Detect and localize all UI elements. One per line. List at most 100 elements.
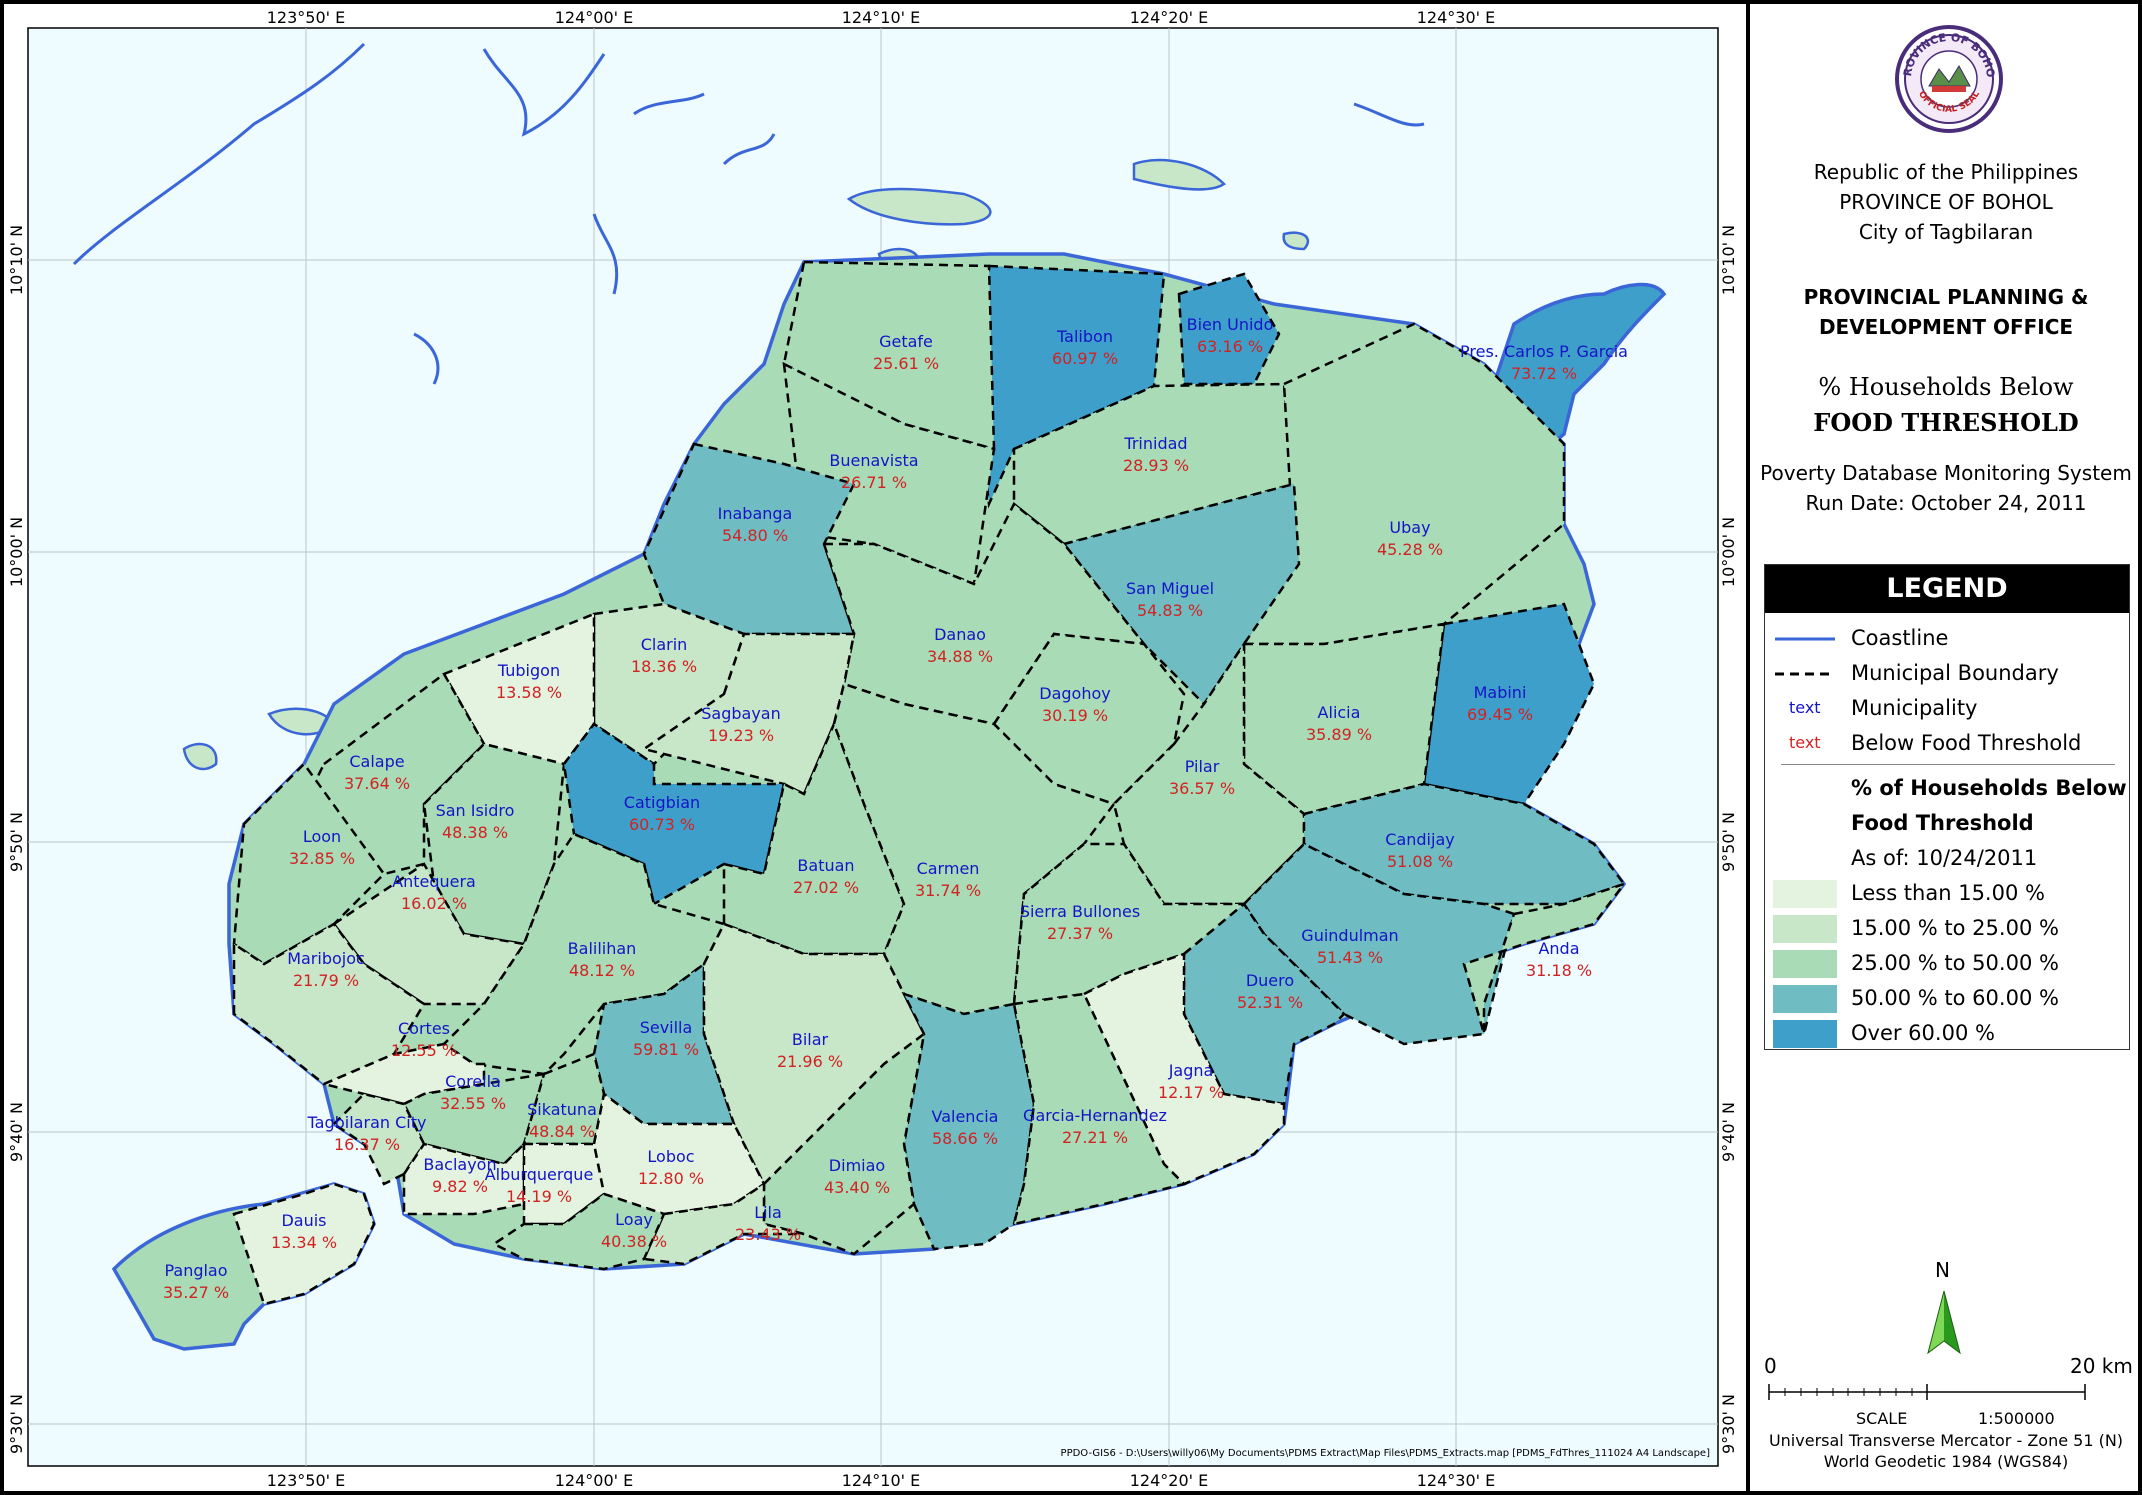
- tick-labels-right: 10°10' N 10°00' N 9°50' N 9°40' N 9°30' …: [1719, 225, 1738, 1454]
- tick-left-5: 9°30' N: [7, 1394, 26, 1454]
- value-sikatuna: 48.84 %: [529, 1122, 595, 1141]
- value-alicia: 35.89 %: [1306, 725, 1372, 744]
- value-jagna: 12.17 %: [1158, 1083, 1224, 1102]
- label-alburquerque: Alburquerque: [485, 1165, 594, 1184]
- label-buenavista: Buenavista: [829, 451, 918, 470]
- legend-box: LEGEND Coastline Municipal Boundary text…: [1764, 564, 2130, 1050]
- legend-as-of: As of: 10/24/2011: [1851, 846, 2038, 870]
- class-5-swatch: [1773, 1020, 1837, 1048]
- tick-bottom-4: 124°20' E: [1130, 1471, 1209, 1490]
- label-sikatuna: Sikatuna: [527, 1100, 597, 1119]
- value-balilihan: 48.12 %: [569, 961, 635, 980]
- value-mabini: 69.45 %: [1467, 705, 1533, 724]
- map-title-line-1: % Households Below: [1818, 373, 2074, 401]
- value-catigbian: 60.73 %: [629, 815, 695, 834]
- tick-bottom-5: 124°30' E: [1417, 1471, 1496, 1490]
- value-bien-unido: 63.16 %: [1197, 337, 1263, 356]
- value-tubigon: 13.58 %: [496, 683, 562, 702]
- label-lila: Lila: [754, 1203, 782, 1222]
- legend-coastline-label: Coastline: [1851, 626, 1949, 650]
- tick-top-5: 124°30' E: [1417, 8, 1496, 27]
- legend-municipality-row: text Municipality: [1765, 691, 2131, 725]
- label-catigbian: Catigbian: [624, 793, 700, 812]
- label-corella: Corella: [445, 1072, 501, 1091]
- label-loboc: Loboc: [647, 1147, 694, 1166]
- label-pilar: Pilar: [1185, 757, 1220, 776]
- tick-right-4: 9°40' N: [1719, 1102, 1738, 1162]
- map-canvas[interactable]: Getafe 25.61 % Talibon 60.97 % Bien Unido 63.…: [4, 4, 1746, 1491]
- value-ubay: 45.28 %: [1377, 540, 1443, 559]
- label-dagohoy: Dagohoy: [1039, 684, 1110, 703]
- legend-class-4: 50.00 % to 60.00 %: [1765, 981, 2131, 1015]
- north-label: N: [1935, 1258, 1950, 1282]
- label-tubigon: Tubigon: [497, 661, 560, 680]
- label-alicia: Alicia: [1318, 703, 1361, 722]
- value-inabanga: 54.80 %: [722, 526, 788, 545]
- label-ubay: Ubay: [1389, 518, 1430, 537]
- value-corella: 32.55 %: [440, 1094, 506, 1113]
- label-talibon: Talibon: [1056, 327, 1113, 346]
- value-sagbayan: 19.23 %: [708, 726, 774, 745]
- value-carmen: 31.74 %: [915, 881, 981, 900]
- legend-class-3: 25.00 % to 50.00 %: [1765, 946, 2131, 980]
- tick-left-1: 10°10' N: [7, 225, 26, 295]
- legend-municipality-label: Municipality: [1851, 696, 1978, 720]
- legend-class-2: 15.00 % to 25.00 %: [1765, 911, 2131, 945]
- label-getafe: Getafe: [879, 332, 933, 351]
- label-dimiao: Dimiao: [829, 1156, 885, 1175]
- label-mabini: Mabini: [1474, 683, 1527, 702]
- legend-threshold-row: text Below Food Threshold: [1765, 726, 2131, 760]
- value-tagbilaran-city: 16.37 %: [334, 1135, 400, 1154]
- value-getafe: 25.61 %: [873, 354, 939, 373]
- label-antequera: Antequera: [392, 872, 476, 891]
- legend-class-5: Over 60.00 %: [1765, 1016, 2131, 1050]
- value-pres-carlos-p-garcia: 73.72 %: [1511, 364, 1577, 383]
- value-cortes: 12.55 %: [391, 1041, 457, 1060]
- label-balilihan: Balilihan: [568, 939, 637, 958]
- label-sagbayan: Sagbayan: [701, 704, 781, 723]
- tick-top-2: 124°00' E: [555, 8, 634, 27]
- north-arrow-icon: [1927, 1290, 1961, 1355]
- label-batuan: Batuan: [797, 856, 854, 875]
- run-date: Run Date: October 24, 2011: [1805, 491, 2087, 515]
- label-maribojoc: Maribojoc: [287, 949, 365, 968]
- value-batuan: 27.02 %: [793, 878, 859, 897]
- label-dauis: Dauis: [281, 1211, 326, 1230]
- legend-boundary-row: Municipal Boundary: [1765, 656, 2131, 690]
- value-san-isidro: 48.38 %: [442, 823, 508, 842]
- class-2-swatch: [1773, 915, 1837, 943]
- legend-divider: [1781, 764, 2115, 765]
- map-title-line-2: FOOD THRESHOLD: [1813, 408, 2079, 437]
- value-guindulman: 51.43 %: [1317, 948, 1383, 967]
- projection-line-1: Universal Transverse Mercator - Zone 51 …: [1768, 1431, 2124, 1450]
- seal-icon: PROVINCE OF BOHOL OFFICIAL SEAL: [1894, 24, 2003, 133]
- value-loboc: 12.80 %: [638, 1169, 704, 1188]
- class-3-swatch: [1773, 950, 1837, 978]
- label-carmen: Carmen: [917, 859, 980, 878]
- value-pilar: 36.57 %: [1169, 779, 1235, 798]
- label-garcia-hernandez: Garcia-Hernandez: [1023, 1106, 1167, 1125]
- scale-end: 20 km: [2070, 1354, 2133, 1378]
- value-trinidad: 28.93 %: [1123, 456, 1189, 475]
- value-talibon: 60.97 %: [1052, 349, 1118, 368]
- header-province: PROVINCE OF BOHOL: [1839, 190, 2053, 214]
- label-jagna: Jagna: [1168, 1061, 1214, 1080]
- value-sevilla: 59.81 %: [633, 1040, 699, 1059]
- scale-label: SCALE: [1856, 1409, 1908, 1428]
- value-danao: 34.88 %: [927, 647, 993, 666]
- value-garcia-hernandez: 27.21 %: [1062, 1128, 1128, 1147]
- legend-sub-2: Food Threshold: [1851, 811, 2034, 835]
- label-sierra-bullones: Sierra Bullones: [1020, 902, 1140, 921]
- tick-right-3: 9°50' N: [1719, 812, 1738, 872]
- label-pres-carlos-p-garcia: Pres. Carlos P. Garcia: [1460, 342, 1628, 361]
- value-dimiao: 43.40 %: [824, 1178, 890, 1197]
- system-name: Poverty Database Monitoring System: [1760, 461, 2132, 485]
- tick-labels-bottom: 123°50' E 124°00' E 124°10' E 124°20' E …: [267, 1471, 1496, 1490]
- tick-bottom-1: 123°50' E: [267, 1471, 346, 1490]
- projection-line-2: World Geodetic 1984 (WGS84): [1823, 1452, 2069, 1471]
- office-line-1: PROVINCIAL PLANNING &: [1803, 285, 2089, 309]
- sidebar: PROVINCE OF BOHOL OFFICIAL SEAL Republic…: [1754, 4, 2138, 1491]
- label-trinidad: Trinidad: [1123, 434, 1187, 453]
- label-loon: Loon: [303, 827, 341, 846]
- value-dauis: 13.34 %: [271, 1233, 337, 1252]
